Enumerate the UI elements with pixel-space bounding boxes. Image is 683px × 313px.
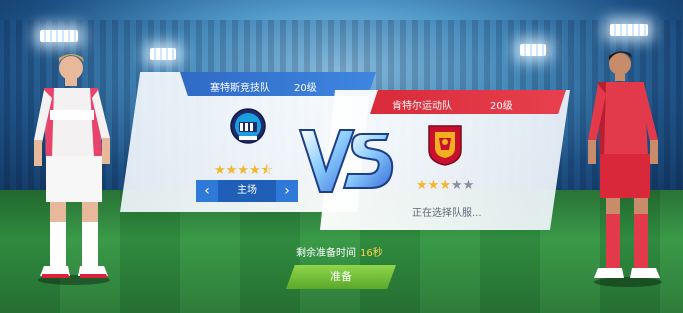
home-team-crest [230, 108, 266, 144]
away-team-stars: ★★★★★ [416, 178, 474, 193]
star-icon: ★ [237, 163, 249, 178]
kit-label: 主场 [237, 185, 257, 196]
floodlight [610, 24, 648, 36]
away-team-level: 20级 [490, 101, 513, 112]
home-player [34, 54, 110, 285]
home-team-level: 20级 [294, 83, 317, 94]
star-icon: ★ [248, 163, 261, 178]
floodlight [40, 30, 78, 42]
chevron-left-icon[interactable]: ‹ [196, 180, 218, 202]
away-team-name: 肯特尔运动队 [392, 101, 452, 112]
floodlight [150, 48, 176, 60]
chevron-right-icon[interactable]: › [276, 180, 298, 202]
star-icon: ★ [462, 178, 475, 193]
countdown-label: 剩余准备时间 [296, 248, 356, 259]
ready-countdown: 剩余准备时间 16秒 [296, 244, 383, 259]
star-icon: ★ [416, 178, 428, 193]
countdown-seconds: 16秒 [360, 248, 383, 259]
away-kit-status: 正在选择队服... [412, 208, 482, 219]
half-star-icon: ⯪ [260, 163, 273, 178]
star-icon: ★ [427, 178, 440, 193]
star-icon: ★ [214, 163, 226, 178]
home-team-name: 塞特斯竞技队 [210, 83, 270, 94]
star-icon: ★ [225, 163, 238, 178]
vs-emblem [298, 129, 394, 193]
ready-button[interactable]: 准备 [286, 265, 396, 289]
away-team-crest [428, 125, 462, 166]
floodlight [520, 44, 546, 56]
away-player [588, 51, 662, 287]
kit-selector: ‹ 主场 › [196, 180, 298, 202]
star-icon: ★ [439, 178, 451, 193]
star-icon: ★ [450, 178, 463, 193]
